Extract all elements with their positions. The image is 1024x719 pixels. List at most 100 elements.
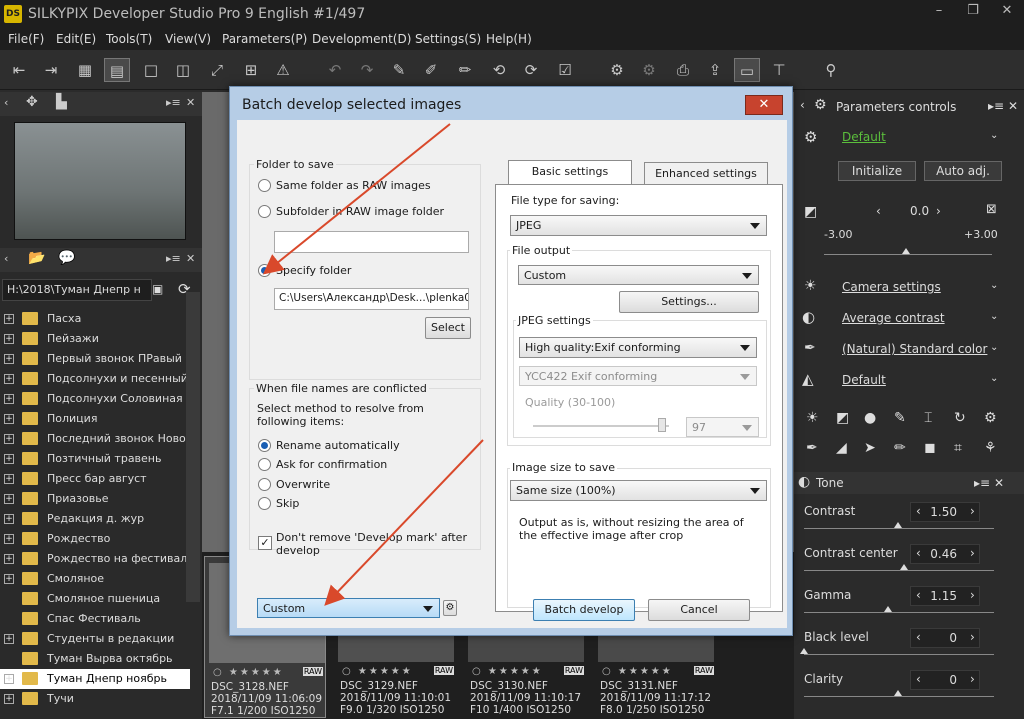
rating-stars-icon[interactable]: ○ ★★★★★: [213, 667, 284, 678]
white-balance-icon[interactable]: ☀: [804, 278, 817, 294]
menu-view[interactable]: View(V): [165, 32, 211, 46]
preset-select[interactable]: Custom: [257, 598, 440, 618]
expand-icon[interactable]: +: [4, 414, 14, 424]
quality-value-select[interactable]: 97: [686, 417, 759, 437]
taste-select[interactable]: Default: [842, 130, 886, 144]
restore-icon[interactable]: ❐: [956, 0, 990, 24]
quality-slider[interactable]: [533, 425, 669, 427]
paste-all-icon[interactable]: ✏: [452, 58, 478, 82]
expand-icon[interactable]: +: [4, 694, 14, 704]
cancel-button[interactable]: Cancel: [648, 599, 750, 621]
tone-dropdown-icon[interactable]: ⌄: [990, 311, 998, 322]
ycc-select[interactable]: YCC422 Exif conforming: [519, 366, 757, 386]
overwrite-radio[interactable]: [258, 478, 271, 491]
tree-folder-row[interactable]: + Туман Днепр ноябрь: [0, 669, 190, 689]
folder-panel-close-icon[interactable]: ✕: [186, 252, 195, 265]
same-folder-radio[interactable]: [258, 179, 271, 192]
folder-path-field[interactable]: H:\2018\Туман Днепр н: [2, 279, 152, 301]
tool-color-ball-icon[interactable]: ●: [864, 410, 876, 426]
expand-icon[interactable]: +: [4, 554, 14, 564]
sharpness-select[interactable]: Default: [842, 373, 886, 387]
tree-folder-row[interactable]: + Пасха: [0, 309, 190, 329]
ask-label[interactable]: Ask for confirmation: [276, 458, 387, 471]
menu-development[interactable]: Development(D): [312, 32, 411, 46]
rating-stars-icon[interactable]: ○ ★★★★★: [602, 666, 673, 677]
tree-folder-row[interactable]: + Редакция д. жур: [0, 509, 190, 529]
panel-menu-icon[interactable]: ▸≡: [166, 96, 181, 109]
expand-icon[interactable]: +: [4, 474, 14, 484]
tone-slider-knob[interactable]: [800, 648, 808, 654]
develop-icon[interactable]: ⚙: [604, 58, 630, 82]
menu-file[interactable]: File(F): [8, 32, 44, 46]
close-window-icon[interactable]: ✕: [990, 0, 1024, 24]
expand-icon[interactable]: +: [4, 354, 14, 364]
tone-section-menu-icon[interactable]: ▸≡: [974, 476, 990, 490]
skip-radio[interactable]: [258, 497, 271, 510]
next-image-icon[interactable]: ⇥: [38, 58, 64, 82]
histogram-icon[interactable]: ▙: [56, 94, 67, 110]
tab-enhanced-settings[interactable]: Enhanced settings: [644, 162, 768, 186]
quality-slider-thumb[interactable]: [658, 418, 666, 432]
tab-basic-settings[interactable]: Basic settings: [508, 160, 632, 186]
tone-slider[interactable]: [804, 696, 994, 697]
subfolder-radio[interactable]: [258, 205, 271, 218]
rename-radio[interactable]: [258, 439, 271, 452]
exposure-inc-icon[interactable]: ›: [936, 204, 941, 218]
tree-folder-row[interactable]: + Первый звонок ПРавый б: [0, 349, 190, 369]
tool-brush-icon[interactable]: ✎: [894, 410, 906, 426]
single-view-icon[interactable]: □: [138, 58, 164, 82]
tree-folder-row[interactable]: Смоляное пшеница: [0, 589, 190, 609]
print-icon[interactable]: ⎙: [670, 58, 696, 82]
tree-folder-row[interactable]: + Пейзажи: [0, 329, 190, 349]
tone-dec-icon[interactable]: ‹: [916, 672, 921, 686]
same-folder-label[interactable]: Same folder as RAW images: [276, 179, 431, 192]
folder-path-input[interactable]: C:\Users\Александр\Desk...\plenka04: [274, 288, 469, 310]
tone-slider-knob[interactable]: [894, 690, 902, 696]
tool-more-icon[interactable]: ⚘: [984, 440, 997, 456]
tool-triangle-icon[interactable]: ◢: [836, 440, 847, 456]
redo-icon[interactable]: ↷: [354, 58, 380, 82]
tree-folder-row[interactable]: + Подсолнухи и песенный к: [0, 369, 190, 389]
menu-tools[interactable]: Tools(T): [106, 32, 152, 46]
tool-dropper-icon[interactable]: ✒: [806, 440, 818, 456]
exposure-value[interactable]: 0.0: [910, 204, 929, 218]
auto-adjust-button[interactable]: Auto adj.: [924, 161, 1002, 181]
folder-tree-scrollbar[interactable]: [186, 292, 200, 602]
overwrite-label[interactable]: Overwrite: [276, 478, 330, 491]
tree-folder-row[interactable]: + Последний звонок Новог: [0, 429, 190, 449]
menu-parameters[interactable]: Parameters(P): [222, 32, 307, 46]
white-balance-dropdown-icon[interactable]: ⌄: [990, 280, 998, 291]
expand-icon[interactable]: +: [4, 374, 14, 384]
tool-settings-icon[interactable]: ⚙: [984, 410, 997, 426]
preset-options-icon[interactable]: ⚙: [443, 600, 457, 616]
dialog-close-button[interactable]: ✕: [745, 95, 783, 115]
file-type-select[interactable]: JPEG: [510, 215, 767, 236]
develop-mark-icon[interactable]: ☑: [552, 58, 578, 82]
tone-dec-icon[interactable]: ‹: [916, 546, 921, 560]
tree-folder-row[interactable]: + Полиция: [0, 409, 190, 429]
menu-settings[interactable]: Settings(S): [415, 32, 481, 46]
undo-icon[interactable]: ↶: [322, 58, 348, 82]
output-settings-button[interactable]: Settings...: [619, 291, 759, 313]
grid-view-icon[interactable]: ▦: [72, 58, 98, 82]
initialize-button[interactable]: Initialize: [838, 161, 916, 181]
expand-icon[interactable]: +: [4, 674, 14, 684]
rename-label[interactable]: Rename automatically: [276, 439, 400, 452]
expand-icon[interactable]: +: [4, 394, 14, 404]
tone-dec-icon[interactable]: ‹: [916, 588, 921, 602]
keep-develop-mark-checkbox[interactable]: ✓: [258, 536, 272, 550]
folder-nav-icon[interactable]: ▣: [152, 282, 163, 296]
tone-slider[interactable]: [804, 570, 994, 571]
right-panel-close-icon[interactable]: ✕: [1008, 99, 1018, 113]
subfolder-input[interactable]: [274, 231, 469, 253]
minimize-icon[interactable]: –: [922, 0, 956, 24]
image-size-select[interactable]: Same size (100%): [510, 480, 767, 501]
display-icon[interactable]: ▭: [734, 58, 760, 82]
tree-folder-row[interactable]: + Рождество: [0, 529, 190, 549]
tool-frame-icon[interactable]: ⌶: [924, 410, 932, 426]
exposure-slider[interactable]: [824, 254, 992, 255]
taste-dropdown-icon[interactable]: ⌄: [990, 130, 998, 141]
expand-icon[interactable]: +: [4, 534, 14, 544]
subfolder-label[interactable]: Subfolder in RAW image folder: [276, 205, 444, 218]
tree-folder-row[interactable]: + Тучи: [0, 689, 190, 709]
